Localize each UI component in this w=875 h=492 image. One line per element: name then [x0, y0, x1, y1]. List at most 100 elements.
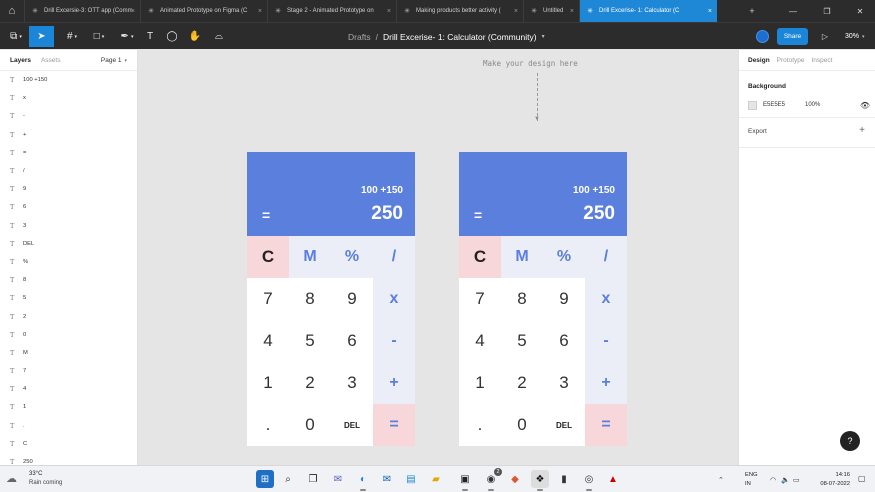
layer-row[interactable]: T4: [0, 380, 137, 398]
layer-row[interactable]: TC: [0, 435, 137, 453]
notification-center-icon[interactable]: ▢: [858, 474, 866, 483]
text-tool-icon[interactable]: T: [142, 26, 158, 47]
present-play-icon[interactable]: ▷: [819, 28, 831, 45]
background-swatch[interactable]: [748, 100, 757, 110]
brave-icon[interactable]: ◆: [506, 470, 524, 488]
tab-design[interactable]: Design: [748, 57, 770, 64]
digit-6-button[interactable]: 6: [331, 320, 373, 362]
background-fill-row[interactable]: E5E5E5 100% 👁: [748, 99, 870, 111]
minus-button[interactable]: -: [373, 320, 415, 362]
tab-ott-app[interactable]: ✳ Drill Excersie-3: OTT app (Comm ×: [24, 0, 140, 22]
tab-prototype[interactable]: Prototype: [777, 57, 805, 64]
percent-button[interactable]: %: [331, 236, 373, 278]
decimal-button[interactable]: .: [459, 404, 501, 446]
calculator-frame-1[interactable]: = 100 +150 250 C M%/7 8 9 x 4 5 6-1 2 3 +. 0 DEL =: [247, 152, 415, 446]
close-icon[interactable]: ×: [387, 8, 391, 15]
layer-row[interactable]: T0: [0, 326, 137, 344]
file-explorer-icon[interactable]: ▰: [427, 470, 445, 488]
resources-icon[interactable]: ⌓: [210, 26, 228, 47]
home-icon[interactable]: ⌂: [0, 0, 24, 22]
zoom-dropdown[interactable]: 30% ▾: [845, 28, 865, 45]
tab-layers[interactable]: Layers: [10, 57, 31, 64]
wifi-icon[interactable]: ◠: [770, 466, 776, 492]
close-icon[interactable]: ×: [514, 8, 518, 15]
layer-row[interactable]: T +: [0, 126, 137, 144]
tab-animated-prototype[interactable]: ✳ Animated Prototype on Figma (C ×: [140, 0, 267, 22]
clear-button[interactable]: C: [459, 236, 501, 278]
chat-icon[interactable]: ✉: [329, 470, 347, 488]
equals-button[interactable]: =: [373, 404, 415, 446]
layer-row[interactable]: T 100 +150: [0, 71, 137, 89]
divide-button[interactable]: /: [373, 236, 415, 278]
delete-button[interactable]: DEL: [331, 404, 373, 446]
plus-button[interactable]: +: [373, 362, 415, 404]
ms-store-icon[interactable]: ▤: [402, 470, 420, 488]
digit-2-button[interactable]: 2: [501, 362, 543, 404]
digit-8-button[interactable]: 8: [501, 278, 543, 320]
memory-button[interactable]: M: [289, 236, 331, 278]
tab-assets[interactable]: Assets: [41, 57, 61, 64]
figma-app-icon[interactable]: ❖: [531, 470, 549, 491]
background-opacity[interactable]: 100%: [805, 102, 820, 108]
weather-icon[interactable]: ☁: [6, 472, 17, 485]
share-button[interactable]: Share: [777, 28, 808, 45]
tray-chevron-up-icon[interactable]: ⌃: [718, 466, 724, 492]
frame-tool-icon[interactable]: # ▾: [61, 26, 83, 47]
layer-row[interactable]: T3: [0, 217, 137, 235]
digit-1-button[interactable]: 1: [459, 362, 501, 404]
breadcrumb-drafts[interactable]: Drafts: [348, 32, 371, 42]
layer-row[interactable]: TM: [0, 344, 137, 362]
digit-4-button[interactable]: 4: [459, 320, 501, 362]
layer-row[interactable]: T2: [0, 307, 137, 325]
digit-3-button[interactable]: 3: [331, 362, 373, 404]
minimize-icon[interactable]: —: [778, 0, 808, 22]
minus-button[interactable]: -: [585, 320, 627, 362]
layer-row[interactable]: T7: [0, 362, 137, 380]
move-tool-icon[interactable]: ➤: [29, 26, 54, 47]
digit-6-button[interactable]: 6: [543, 320, 585, 362]
layer-row[interactable]: T6: [0, 198, 137, 216]
terminal-icon[interactable]: ▮: [555, 470, 573, 488]
tab-making-products[interactable]: ✳ Making products better activity ( ×: [396, 0, 523, 22]
plus-button[interactable]: +: [585, 362, 627, 404]
eye-icon[interactable]: 👁: [860, 101, 870, 110]
main-menu-icon[interactable]: ⧉ ▾: [4, 26, 28, 47]
add-export-plus-icon[interactable]: +: [859, 125, 865, 136]
percent-button[interactable]: %: [543, 236, 585, 278]
window-close-icon[interactable]: ✕: [845, 0, 875, 22]
layer-row[interactable]: T-: [0, 107, 137, 125]
pen-tool-icon[interactable]: ✒ ▾: [116, 26, 138, 47]
tab-untitled[interactable]: ✳ Untitled ×: [523, 0, 579, 22]
task-view-icon[interactable]: ❐: [304, 470, 322, 488]
digit-7-button[interactable]: 7: [459, 278, 501, 320]
language-indicator[interactable]: ENG IN: [745, 471, 758, 489]
multiply-button[interactable]: x: [585, 278, 627, 320]
close-icon[interactable]: ×: [570, 8, 574, 15]
comment-tool-icon[interactable]: ◯: [164, 26, 180, 47]
layer-row[interactable]: T =: [0, 144, 137, 162]
digit-2-button[interactable]: 2: [289, 362, 331, 404]
digit-9-button[interactable]: 9: [331, 278, 373, 320]
close-icon[interactable]: ×: [258, 8, 262, 15]
shape-tool-icon[interactable]: □ ▾: [88, 26, 110, 47]
memory-button[interactable]: M: [501, 236, 543, 278]
help-button[interactable]: ?: [840, 431, 860, 451]
decimal-button[interactable]: .: [247, 404, 289, 446]
clock[interactable]: 14:16 08-07-2022: [806, 471, 850, 489]
digit-0-button[interactable]: 0: [501, 404, 543, 446]
clear-button[interactable]: C: [247, 236, 289, 278]
mail-icon[interactable]: ✉: [378, 470, 396, 488]
layer-row[interactable]: Tx: [0, 89, 137, 107]
divide-button[interactable]: /: [585, 236, 627, 278]
digit-8-button[interactable]: 8: [289, 278, 331, 320]
weather-description[interactable]: Rain coming: [29, 480, 62, 486]
background-hex[interactable]: E5E5E5: [763, 102, 805, 108]
layer-row[interactable]: T9: [0, 180, 137, 198]
weather-temperature[interactable]: 33°C: [29, 471, 42, 477]
layer-row[interactable]: T 250: [0, 453, 137, 465]
digit-5-button[interactable]: 5: [501, 320, 543, 362]
file-name[interactable]: Drill Excerise- 1: Calculator (Community…: [383, 32, 537, 42]
layer-row[interactable]: T /: [0, 162, 137, 180]
layer-row[interactable]: T1: [0, 398, 137, 416]
new-tab-icon[interactable]: +: [745, 0, 759, 22]
